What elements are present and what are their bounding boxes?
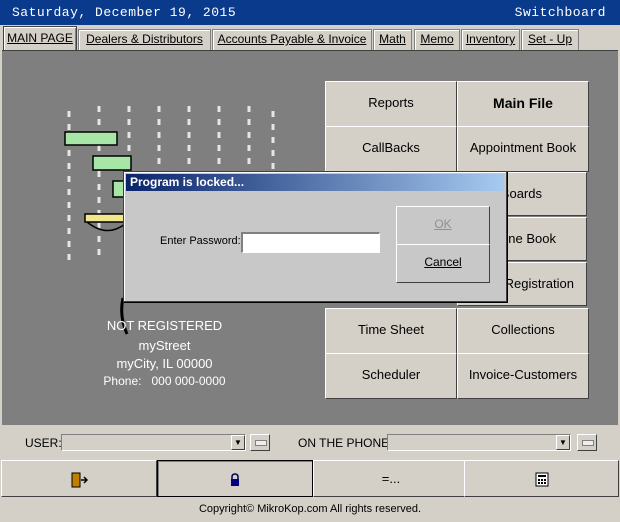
user-select[interactable]: ▼: [61, 434, 246, 451]
phone-edit-button[interactable]: [577, 434, 597, 451]
tab-main-page[interactable]: MAIN PAGE: [3, 26, 77, 51]
tab-set-up[interactable]: Set - Up: [521, 29, 579, 50]
user-edit-button[interactable]: [250, 434, 270, 451]
scheduler-button[interactable]: Scheduler: [325, 353, 457, 399]
math-button-label: =...: [381, 471, 401, 486]
phone-label: Phone:: [103, 374, 142, 388]
password-label: Enter Password:: [160, 235, 241, 247]
tab-dealers-distributors[interactable]: Dealers & Distributors: [78, 29, 211, 50]
math-button[interactable]: =...: [313, 460, 469, 497]
app-title: Switchboard: [514, 5, 606, 20]
invoice-customers-button[interactable]: Invoice-Customers: [457, 353, 589, 399]
lock-button[interactable]: [157, 460, 313, 497]
collections-button[interactable]: Collections: [457, 308, 589, 354]
lock-icon: [231, 472, 239, 486]
cancel-button[interactable]: Cancel: [396, 244, 490, 283]
main-file-button[interactable]: Main File: [457, 81, 589, 127]
dialog-title: Program is locked...: [126, 174, 504, 191]
tab-inventory[interactable]: Inventory: [461, 29, 520, 50]
calculator-button[interactable]: [464, 460, 619, 497]
title-bar: Saturday, December 19, 2015 Switchboard: [0, 0, 620, 25]
company-phone: Phone: 000 000-0000: [102, 374, 227, 388]
user-bar: USER: ▼ ON THE PHONE: ▼: [0, 427, 620, 459]
time-sheet-button[interactable]: Time Sheet: [325, 308, 457, 354]
exit-door-icon: [71, 472, 89, 488]
copyright-notice: Copyright© MikroKop.com All rights reser…: [198, 503, 422, 515]
tab-math[interactable]: Math: [373, 29, 412, 50]
current-date: Saturday, December 19, 2015: [12, 5, 237, 20]
tab-accounts-payable[interactable]: Accounts Payable & Invoice: [212, 29, 372, 50]
tab-strip: MAIN PAGE Dealers & Distributors Account…: [0, 25, 620, 51]
chevron-down-icon[interactable]: ▼: [231, 435, 245, 450]
callbacks-button[interactable]: CallBacks: [325, 126, 457, 172]
calculator-icon: [535, 472, 548, 487]
company-city: myCity, IL 00000: [116, 356, 213, 371]
exit-button[interactable]: [1, 460, 157, 497]
reports-button[interactable]: Reports: [325, 81, 457, 127]
phone-user-select[interactable]: ▼: [387, 434, 571, 451]
password-input[interactable]: [241, 232, 380, 253]
phone-number: 000 000-0000: [151, 374, 226, 388]
company-street: myStreet: [138, 338, 191, 353]
program-locked-dialog: Program is locked... Enter Password: OK …: [123, 171, 507, 302]
chevron-down-icon[interactable]: ▼: [556, 435, 570, 450]
on-the-phone-label: ON THE PHONE:: [298, 436, 393, 450]
appointment-book-button[interactable]: Appointment Book: [457, 126, 589, 172]
ok-button[interactable]: OK: [396, 206, 490, 245]
registration-status: NOT REGISTERED: [106, 318, 223, 333]
tab-memo[interactable]: Memo: [414, 29, 460, 50]
user-label: USER:: [25, 436, 62, 450]
